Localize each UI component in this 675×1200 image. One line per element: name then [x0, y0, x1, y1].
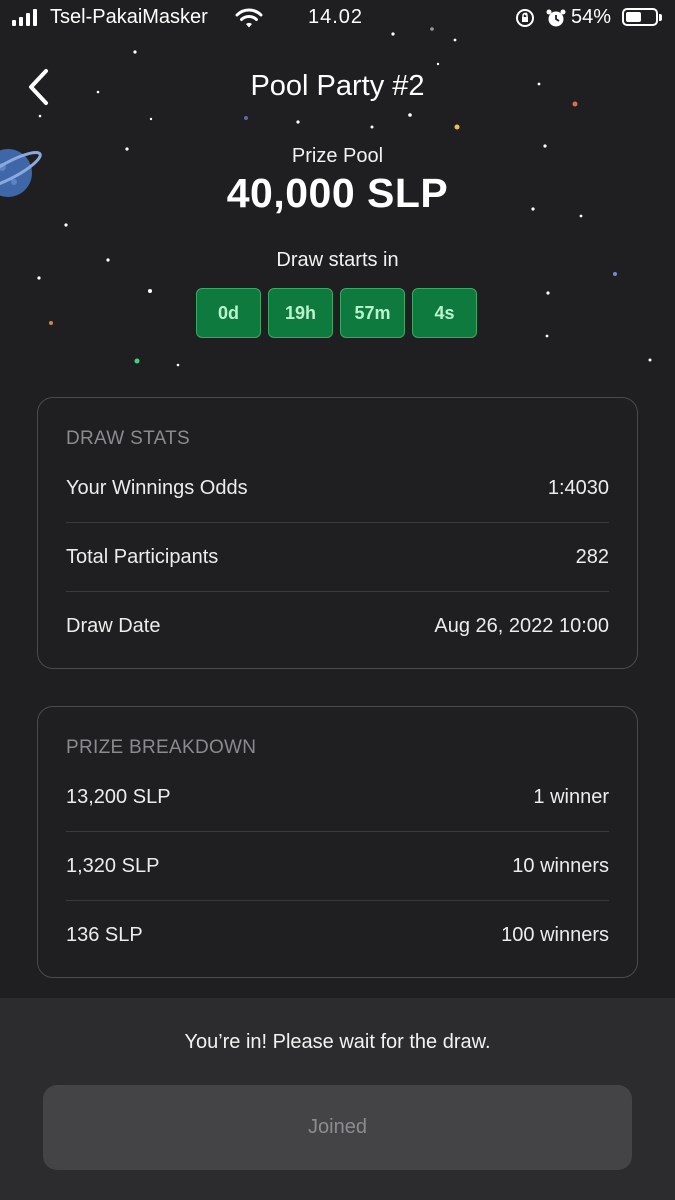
stats-label: Total Participants — [66, 545, 219, 568]
battery-icon — [622, 8, 662, 26]
joined-message: You’re in! Please wait for the draw. — [184, 1031, 491, 1053]
prize-row: 1,320 SLP 10 winners — [66, 832, 609, 901]
prize-amount: 1,320 SLP — [66, 854, 160, 877]
countdown-days: 0d — [196, 288, 261, 338]
countdown-minutes: 57m — [340, 288, 405, 338]
stats-label: Your Winnings Odds — [66, 476, 248, 499]
draw-stats-heading: DRAW STATS — [66, 428, 191, 449]
joined-button[interactable]: Joined — [43, 1085, 632, 1170]
draw-stats-card: DRAW STATS Your Winnings Odds 1:4030 Tot… — [37, 397, 638, 669]
stats-value: Aug 26, 2022 10:00 — [434, 614, 609, 637]
footer-panel: You’re in! Please wait for the draw. Joi… — [0, 998, 675, 1200]
stats-value: 1:4030 — [547, 476, 609, 499]
status-bar: Tsel-PakaiMasker 14.02 54% — [0, 0, 675, 38]
countdown-hours: 19h — [268, 288, 333, 338]
countdown-label: Draw starts in — [276, 249, 399, 271]
prize-breakdown-heading: PRIZE BREAKDOWN — [66, 737, 257, 758]
stats-value: 282 — [575, 545, 609, 568]
prize-winners: 100 winners — [501, 923, 609, 946]
wifi-icon — [235, 8, 263, 28]
alarm-icon — [546, 9, 566, 27]
prize-winners: 10 winners — [512, 854, 609, 877]
stats-row-participants: Total Participants 282 — [66, 523, 609, 592]
signal-icon — [12, 9, 37, 26]
page-title: Pool Party #2 — [250, 70, 425, 102]
prize-winners: 1 winner — [533, 785, 609, 808]
prize-amount: 13,200 SLP — [66, 785, 171, 808]
stats-label: Draw Date — [66, 614, 161, 637]
orientation-lock-icon — [516, 9, 534, 27]
carrier-name: Tsel-PakaiMasker — [50, 6, 208, 28]
prize-pool-label: Prize Pool — [291, 145, 384, 167]
battery-percent: 54% — [571, 6, 612, 28]
stats-row-draw-date: Draw Date Aug 26, 2022 10:00 — [66, 592, 609, 660]
stats-row-odds: Your Winnings Odds 1:4030 — [66, 454, 609, 523]
countdown-timer: 0d 19h 57m 4s — [196, 288, 477, 338]
prize-breakdown-card: PRIZE BREAKDOWN 13,200 SLP 1 winner 1,32… — [37, 706, 638, 978]
prize-amount: 136 SLP — [66, 923, 143, 946]
status-time: 14.02 — [308, 6, 364, 28]
countdown-seconds: 4s — [412, 288, 477, 338]
prize-pool-amount: 40,000 SLP — [226, 170, 449, 216]
prize-row: 136 SLP 100 winners — [66, 901, 609, 969]
prize-row: 13,200 SLP 1 winner — [66, 763, 609, 832]
